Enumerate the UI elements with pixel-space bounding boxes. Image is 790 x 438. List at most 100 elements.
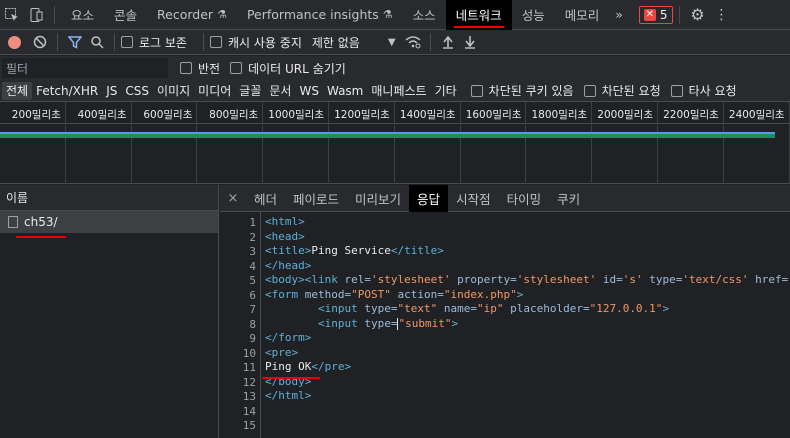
hide-data-urls-checkbox[interactable]: 데이터 URL 숨기기 [230, 60, 346, 77]
more-tabs-button[interactable]: » [609, 0, 629, 30]
tab-0[interactable]: 요소 [61, 0, 104, 30]
checkbox-icon [470, 84, 483, 97]
blocked-requests-checkbox[interactable]: 차단된 요청 [583, 82, 661, 99]
detail-tab-0[interactable]: 헤더 [246, 185, 285, 212]
detail-tab-6[interactable]: 쿠키 [549, 185, 588, 212]
detail-tab-1[interactable]: 페이로드 [285, 185, 347, 212]
type-filter-8[interactable]: WS [295, 82, 322, 100]
search-icon[interactable] [86, 31, 108, 53]
tab-3[interactable]: Performance insights ⚗ [237, 0, 403, 30]
line-number: 10 [242, 346, 256, 360]
tick-label: 2400밀리초 [728, 109, 785, 121]
type-filter-0[interactable]: 전체 [2, 81, 33, 100]
inspect-element-icon[interactable] [0, 0, 24, 30]
type-filter-9[interactable]: Wasm [323, 82, 367, 100]
experiment-flask-icon: ⚗ [382, 8, 393, 21]
detail-tab-4[interactable]: 시작점 [448, 185, 499, 212]
checkbox-icon [230, 62, 243, 74]
blocked-cookies-checkbox[interactable]: 차단된 쿠키 있음 [470, 82, 574, 99]
tab-2[interactable]: Recorder ⚗ [147, 0, 237, 30]
line-number: 12 [242, 375, 256, 389]
invert-checkbox[interactable]: 반전 [180, 60, 220, 77]
timeline-tick: 1600밀리초 [461, 102, 527, 184]
tick-label: 1200밀리초 [334, 109, 390, 121]
tab-label: Recorder [157, 7, 214, 22]
line-number: 14 [242, 404, 256, 418]
kebab-menu-icon[interactable]: ⋮ [710, 0, 734, 30]
document-icon [8, 216, 18, 228]
name-column-header[interactable]: 이름 [0, 185, 218, 211]
tab-label: 요소 [71, 8, 95, 23]
tab-1[interactable]: 콘솔 [104, 0, 147, 30]
tab-label: 네트워크 [455, 8, 502, 23]
tab-label: 성능 [521, 8, 545, 23]
record-button[interactable] [8, 35, 21, 49]
response-source-view[interactable]: 1 2 3 4 5 6 7 8 9 10 11 12 13 14 15 <html> <head> <title… [220, 212, 790, 438]
type-filter-6[interactable]: 글꼴 [235, 82, 265, 100]
disable-cache-label: 캐시 사용 중지 [227, 35, 302, 50]
tick-label: 800밀리초 [209, 109, 259, 121]
type-filter-10[interactable]: 매니페스트 [367, 82, 430, 100]
throttling-select[interactable]: 제한 없음 ▼ [312, 34, 396, 51]
type-filter-7[interactable]: 문서 [265, 82, 295, 100]
disable-cache-checkbox[interactable]: 캐시 사용 중지 [209, 34, 302, 51]
tab-label: Performance insights [246, 7, 379, 22]
tab-5[interactable]: 네트워크 [445, 0, 512, 30]
request-detail-tabs: × 헤더 페이로드 미리보기 응답 시작점 타이밍 쿠키 [220, 184, 790, 212]
device-toolbar-icon[interactable] [24, 0, 48, 30]
import-har-icon[interactable] [437, 31, 459, 53]
detail-tab-5[interactable]: 타이밍 [499, 185, 550, 212]
timeline-tick: 400밀리초 [66, 102, 132, 184]
third-party-checkbox[interactable]: 타사 요청 [670, 82, 737, 99]
code-line: <input type="text" name="ip" placeholder… [317, 302, 670, 315]
tick-label: 400밀리초 [77, 109, 127, 121]
filter-icon[interactable] [64, 31, 86, 53]
code-line: <body><link rel='stylesheet' property='s… [265, 273, 790, 286]
type-filter-4[interactable]: 이미지 [153, 82, 194, 100]
filter-input[interactable]: 필터 [2, 58, 168, 78]
tab-label: 콘솔 [114, 8, 138, 23]
line-number: 4 [249, 259, 256, 273]
checkbox-icon [121, 36, 133, 48]
gear-icon[interactable]: ⚙ [686, 0, 710, 30]
export-har-icon[interactable] [459, 31, 481, 53]
type-filter-3[interactable]: CSS [121, 82, 153, 100]
code-line: </form> [265, 331, 312, 344]
type-filter-5[interactable]: 미디어 [194, 82, 235, 100]
timeline-ruler: 200밀리초 400밀리초 600밀리초 800밀리초 1000밀리초 1200밀리초 14… [0, 102, 790, 184]
timeline-tick: 2400밀리초 [724, 102, 790, 184]
request-row[interactable]: ch53/ [0, 211, 218, 233]
preserve-log-checkbox[interactable]: 로그 보존 [121, 34, 187, 51]
separator [678, 5, 680, 24]
timeline-tick: 1400밀리초 [395, 102, 461, 184]
line-number-gutter: 1 2 3 4 5 6 7 8 9 10 11 12 13 14 15 [220, 212, 261, 438]
separator [57, 33, 58, 51]
clear-icon[interactable] [29, 31, 51, 53]
line-number: 3 [249, 245, 256, 258]
checkbox-icon [180, 62, 192, 74]
tab-4[interactable]: 소스 [403, 0, 446, 30]
detail-tab-2[interactable]: 미리보기 [347, 185, 409, 212]
timeline-tick: 200밀리초 [0, 102, 66, 184]
type-filter-11[interactable]: 기타 [431, 82, 461, 100]
line-number: 13 [242, 390, 256, 403]
network-conditions-icon[interactable] [402, 31, 424, 53]
error-count-badge[interactable]: ✕ 5 [638, 5, 673, 24]
type-filter-1[interactable]: Fetch/XHR [32, 82, 102, 100]
close-icon[interactable]: × [220, 191, 246, 206]
tab-7[interactable]: 메모리 [555, 0, 610, 30]
timeline-tick: 2200밀리초 [658, 102, 724, 184]
timeline-overview[interactable]: 200밀리초 400밀리초 600밀리초 800밀리초 1000밀리초 1200밀리초 14… [0, 102, 790, 184]
name-header-label: 이름 [6, 191, 29, 205]
experiment-flask-icon: ⚗ [217, 8, 227, 21]
line-number: 1 [249, 216, 256, 229]
line-number: 8 [249, 317, 256, 331]
separator [429, 33, 431, 51]
separator [54, 5, 55, 24]
checkbox-icon [209, 36, 222, 48]
tab-6[interactable]: 성능 [512, 0, 555, 30]
detail-tab-3[interactable]: 응답 [409, 184, 449, 212]
type-filter-2[interactable]: JS [102, 82, 121, 100]
code-line: <head> [265, 229, 305, 243]
network-toolbar: 로그 보존 캐시 사용 중지 제한 없음 ▼ [0, 30, 790, 55]
